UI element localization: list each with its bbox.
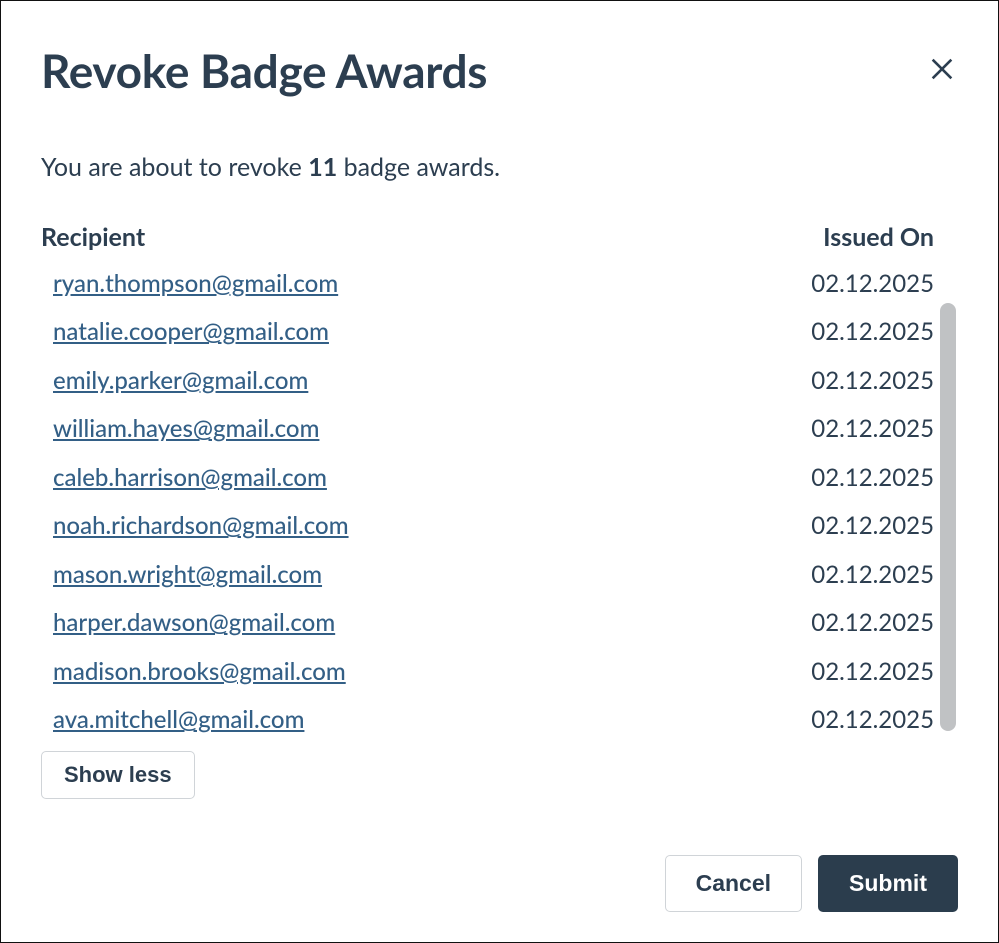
confirm-text: You are about to revoke 11 badge awards. [41, 152, 958, 182]
dialog-header: Revoke Badge Awards [1, 1, 998, 98]
table-row: harper.dawson@gmail.com 02.12.2025 [41, 599, 934, 648]
recipient-email-link[interactable]: caleb.harrison@gmail.com [53, 463, 327, 492]
recipient-email-link[interactable]: madison.brooks@gmail.com [53, 657, 346, 686]
table-header: Recipient Issued On [41, 222, 958, 252]
show-less-container: Show less [41, 751, 958, 799]
recipient-email-link[interactable]: emily.parker@gmail.com [53, 366, 308, 395]
recipient-email-link[interactable]: mason.wright@gmail.com [53, 560, 322, 589]
issued-date: 02.12.2025 [811, 269, 934, 298]
table-row: caleb.harrison@gmail.com 02.12.2025 [41, 453, 934, 502]
issued-date: 02.12.2025 [811, 511, 934, 540]
issued-date: 02.12.2025 [811, 705, 934, 734]
confirm-prefix: You are about to revoke [41, 152, 308, 182]
table-row: noah.richardson@gmail.com 02.12.2025 [41, 502, 934, 551]
issued-date: 02.12.2025 [811, 560, 934, 589]
issued-date: 02.12.2025 [811, 317, 934, 346]
issued-date: 02.12.2025 [811, 463, 934, 492]
issued-date: 02.12.2025 [811, 657, 934, 686]
table-row: william.hayes@gmail.com 02.12.2025 [41, 405, 934, 454]
table-row: ava.mitchell@gmail.com 02.12.2025 [41, 696, 934, 742]
table-row: emily.parker@gmail.com 02.12.2025 [41, 356, 934, 405]
issued-date: 02.12.2025 [811, 366, 934, 395]
header-issued-on: Issued On [823, 222, 934, 252]
recipient-email-link[interactable]: noah.richardson@gmail.com [53, 511, 349, 540]
submit-button[interactable]: Submit [818, 855, 958, 912]
table-row: mason.wright@gmail.com 02.12.2025 [41, 550, 934, 599]
table-row: natalie.cooper@gmail.com 02.12.2025 [41, 308, 934, 357]
show-less-button[interactable]: Show less [41, 751, 195, 799]
revoke-badge-dialog: Revoke Badge Awards You are about to rev… [0, 0, 999, 943]
recipient-email-link[interactable]: ava.mitchell@gmail.com [53, 705, 304, 734]
confirm-count: 11 [308, 152, 337, 182]
issued-date: 02.12.2025 [811, 414, 934, 443]
recipient-email-link[interactable]: harper.dawson@gmail.com [53, 608, 335, 637]
dialog-body: You are about to revoke 11 badge awards.… [1, 98, 998, 821]
recipient-email-link[interactable]: william.hayes@gmail.com [53, 414, 319, 443]
confirm-suffix: badge awards. [337, 152, 500, 182]
recipient-list[interactable]: ryan.thompson@gmail.com02.12.2025natalie… [41, 259, 958, 741]
issued-date: 02.12.2025 [811, 608, 934, 637]
recipient-list-wrapper: ryan.thompson@gmail.com02.12.2025natalie… [41, 259, 958, 741]
scrollbar-thumb[interactable] [940, 303, 956, 731]
table-row: madison.brooks@gmail.com 02.12.2025 [41, 647, 934, 696]
table-row: ryan.thompson@gmail.com 02.12.2025 [41, 259, 934, 308]
recipient-email-link[interactable]: ryan.thompson@gmail.com [53, 269, 338, 298]
recipient-email-link[interactable]: natalie.cooper@gmail.com [53, 317, 329, 346]
dialog-title: Revoke Badge Awards [41, 43, 487, 98]
cancel-button[interactable]: Cancel [665, 855, 802, 912]
dialog-footer: Cancel Submit [1, 855, 998, 942]
close-button[interactable] [924, 51, 960, 90]
header-recipient: Recipient [41, 222, 145, 252]
close-icon [928, 55, 956, 83]
